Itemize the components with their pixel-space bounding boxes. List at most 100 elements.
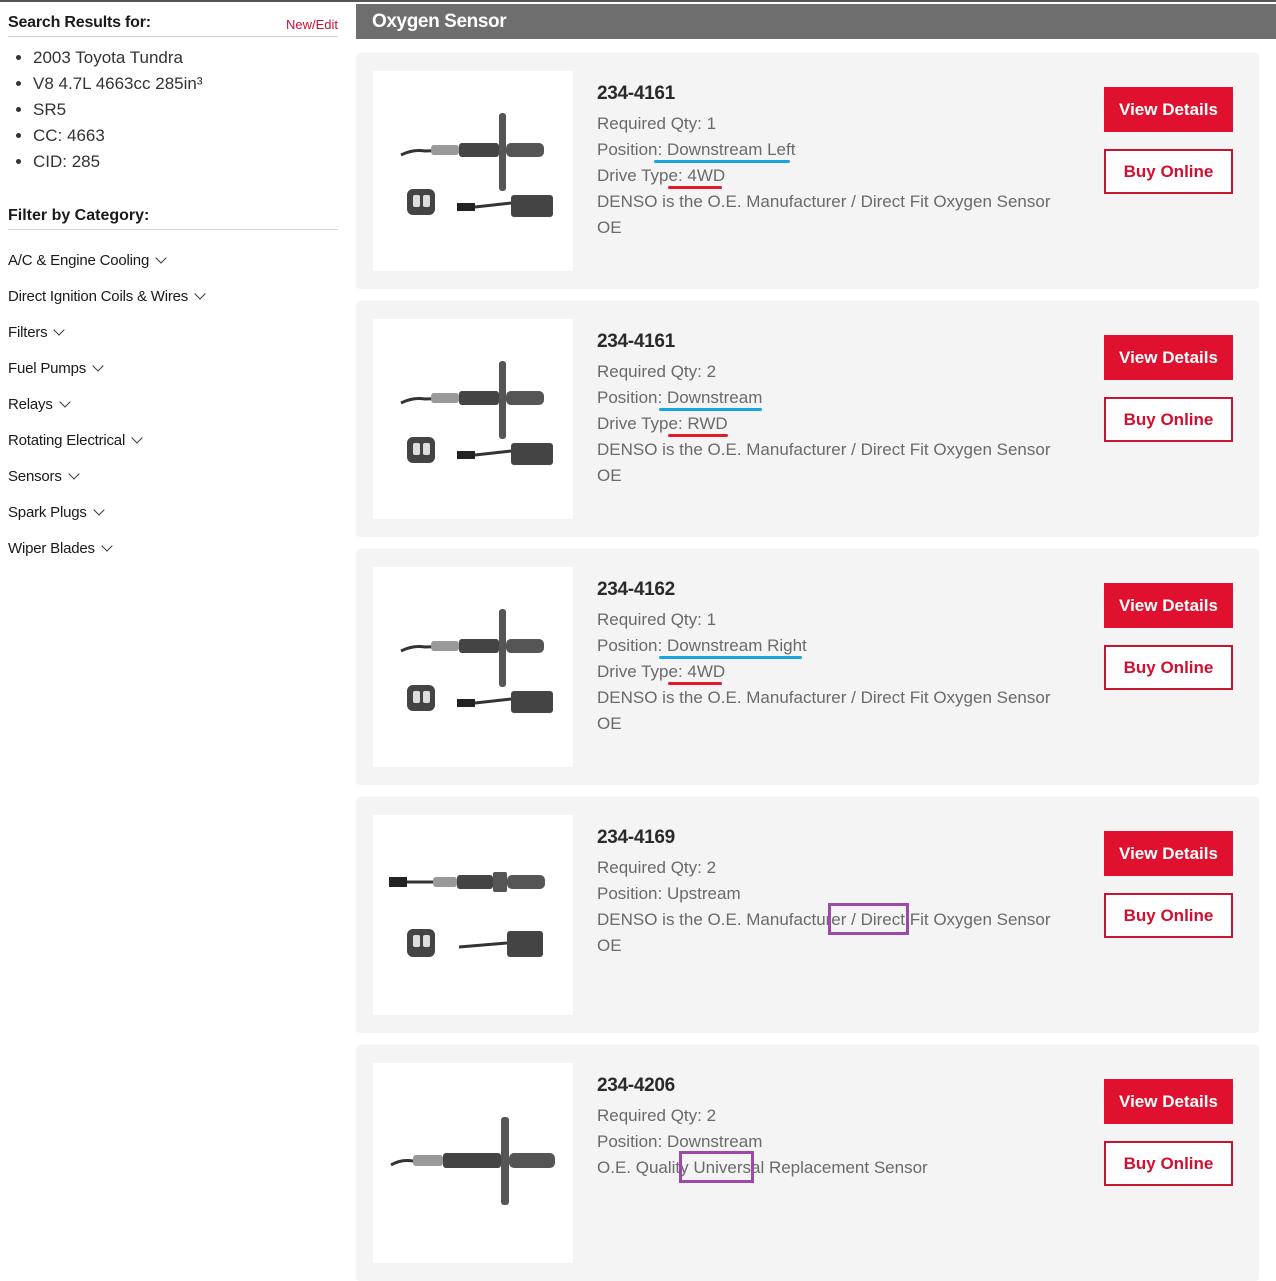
required-qty: Required Qty: 1 <box>597 111 1117 137</box>
oxygen-sensor-icon <box>400 113 553 217</box>
qty-value: 2 <box>706 858 717 877</box>
buy-online-button[interactable]: Buy Online <box>1104 893 1233 938</box>
view-details-button[interactable]: View Details <box>1104 831 1233 876</box>
position-label: Position: <box>597 388 667 407</box>
position-row: Position: Downstream <box>597 1129 1117 1155</box>
product-info: 234-4169 Required Qty: 2 Position: Upstr… <box>597 827 1117 959</box>
chevron-down-icon <box>58 395 71 408</box>
product-description: DENSO is the O.E. Manufacturer / Direct … <box>597 440 1051 459</box>
position-label: Position: <box>597 140 667 159</box>
position-label: Position: <box>597 884 667 903</box>
position-value: Downstream <box>666 388 763 407</box>
product-card: 234-4161 Required Qty: 2 Position: Downs… <box>356 301 1259 537</box>
drive-type-value: RWD <box>687 414 728 433</box>
product-card: 234-4206 Required Qty: 2 Position: Downs… <box>356 1045 1259 1281</box>
section-title: Oxygen Sensor <box>356 4 1276 39</box>
position-value: Downstream <box>666 1132 763 1151</box>
qty-label: Required Qty: <box>597 114 707 133</box>
chevron-down-icon <box>53 323 66 336</box>
qty-label: Required Qty: <box>597 1106 707 1125</box>
category-label: A/C & Engine Cooling <box>8 251 150 269</box>
position-value: Downstream Right <box>666 636 807 655</box>
part-number[interactable]: 234-4161 <box>597 83 1117 105</box>
new-edit-link[interactable]: New/Edit <box>286 17 338 32</box>
part-number[interactable]: 234-4206 <box>597 1075 1117 1097</box>
category-spark-plugs[interactable]: Spark Plugs <box>8 494 338 530</box>
product-card: 234-4161 Required Qty: 1 Position: Downs… <box>356 53 1259 289</box>
oxygen-sensor-icon <box>400 361 553 465</box>
oe-label: OE <box>597 936 622 955</box>
category-sensors[interactable]: Sensors <box>8 458 338 494</box>
category-ignition-coils[interactable]: Direct Ignition Coils & Wires <box>8 278 338 314</box>
category-label: Fuel Pumps <box>8 359 87 377</box>
view-details-button[interactable]: View Details <box>1104 583 1233 628</box>
chevron-down-icon <box>92 359 104 372</box>
position-label: Position: <box>597 636 667 655</box>
category-wiper-blades[interactable]: Wiper Blades <box>8 530 338 566</box>
part-number[interactable]: 234-4162 <box>597 579 1117 601</box>
required-qty: Required Qty: 2 <box>597 1103 1117 1129</box>
category-label: Filters <box>8 323 48 341</box>
product-info: 234-4206 Required Qty: 2 Position: Downs… <box>597 1075 1117 1183</box>
product-image[interactable] <box>373 319 573 519</box>
search-results-header: Search Results for: New/Edit <box>8 14 338 37</box>
search-results-title: Search Results for: <box>8 14 151 31</box>
position-label: Position: <box>597 1132 667 1151</box>
oxygen-sensor-icon <box>400 609 553 713</box>
view-details-button[interactable]: View Details <box>1104 1079 1233 1124</box>
description-text: O.E. Quality Universal Replacement Senso… <box>597 1158 928 1177</box>
category-filters[interactable]: Filters <box>8 314 338 350</box>
position-value: Downstream Left <box>666 140 796 159</box>
oxygen-sensor-icon <box>390 1117 555 1205</box>
category-fuel-pumps[interactable]: Fuel Pumps <box>8 350 338 386</box>
buy-online-button[interactable]: Buy Online <box>1104 149 1233 194</box>
oe-label: OE <box>597 218 622 237</box>
vehicle-detail: SR5 <box>33 97 338 123</box>
product-info: 234-4161 Required Qty: 1 Position: Downs… <box>597 83 1117 241</box>
drive-type-label: Drive Type: <box>597 166 688 185</box>
chevron-down-icon <box>194 287 206 300</box>
position-row: Position: Downstream <box>597 385 1117 411</box>
drive-type-label: Drive Type: <box>597 414 688 433</box>
chevron-down-icon <box>131 431 143 444</box>
category-rotating-electrical[interactable]: Rotating Electrical <box>8 422 338 458</box>
top-border <box>0 0 1276 2</box>
chevron-down-icon <box>155 251 167 264</box>
drive-type-value: 4WD <box>687 662 726 681</box>
purple-box-annotation <box>828 903 909 935</box>
required-qty: Required Qty: 2 <box>597 855 1117 881</box>
qty-value: 2 <box>706 362 717 381</box>
category-label: Spark Plugs <box>8 503 87 521</box>
sidebar: Search Results for: New/Edit 2003 Toyota… <box>8 14 338 566</box>
position-row: Position: Downstream Right <box>597 633 1117 659</box>
product-image[interactable] <box>373 71 573 271</box>
product-description: DENSO is the O.E. Manufacturer / Direct … <box>597 192 1051 211</box>
category-relays[interactable]: Relays <box>8 386 338 422</box>
qty-value: 2 <box>706 1106 717 1125</box>
view-details-button[interactable]: View Details <box>1104 87 1233 132</box>
vehicle-details-list: 2003 Toyota Tundra V8 4.7L 4663cc 285in³… <box>8 45 338 175</box>
product-image[interactable] <box>373 815 573 1015</box>
category-label: Wiper Blades <box>8 539 95 557</box>
part-number[interactable]: 234-4169 <box>597 827 1117 849</box>
view-details-button[interactable]: View Details <box>1104 335 1233 380</box>
required-qty: Required Qty: 2 <box>597 359 1117 385</box>
vehicle-detail: CID: 285 <box>33 149 338 175</box>
oe-label: OE <box>597 714 622 733</box>
oxygen-sensor-icon <box>389 872 545 957</box>
product-info: 234-4161 Required Qty: 2 Position: Downs… <box>597 331 1117 489</box>
qty-label: Required Qty: <box>597 858 707 877</box>
category-label: Sensors <box>8 467 62 485</box>
category-label: Relays <box>8 395 53 413</box>
filter-by-category-title: Filter by Category: <box>8 207 338 230</box>
buy-online-button[interactable]: Buy Online <box>1104 1141 1233 1186</box>
drive-type-row: Drive Type: 4WD <box>597 163 1117 189</box>
product-image[interactable] <box>373 1063 573 1263</box>
category-ac-engine-cooling[interactable]: A/C & Engine Cooling <box>8 242 338 278</box>
buy-online-button[interactable]: Buy Online <box>1104 645 1233 690</box>
buy-online-button[interactable]: Buy Online <box>1104 397 1233 442</box>
product-card: 234-4169 Required Qty: 2 Position: Upstr… <box>356 797 1259 1033</box>
drive-type-value: 4WD <box>687 166 726 185</box>
part-number[interactable]: 234-4161 <box>597 331 1117 353</box>
product-image[interactable] <box>373 567 573 767</box>
